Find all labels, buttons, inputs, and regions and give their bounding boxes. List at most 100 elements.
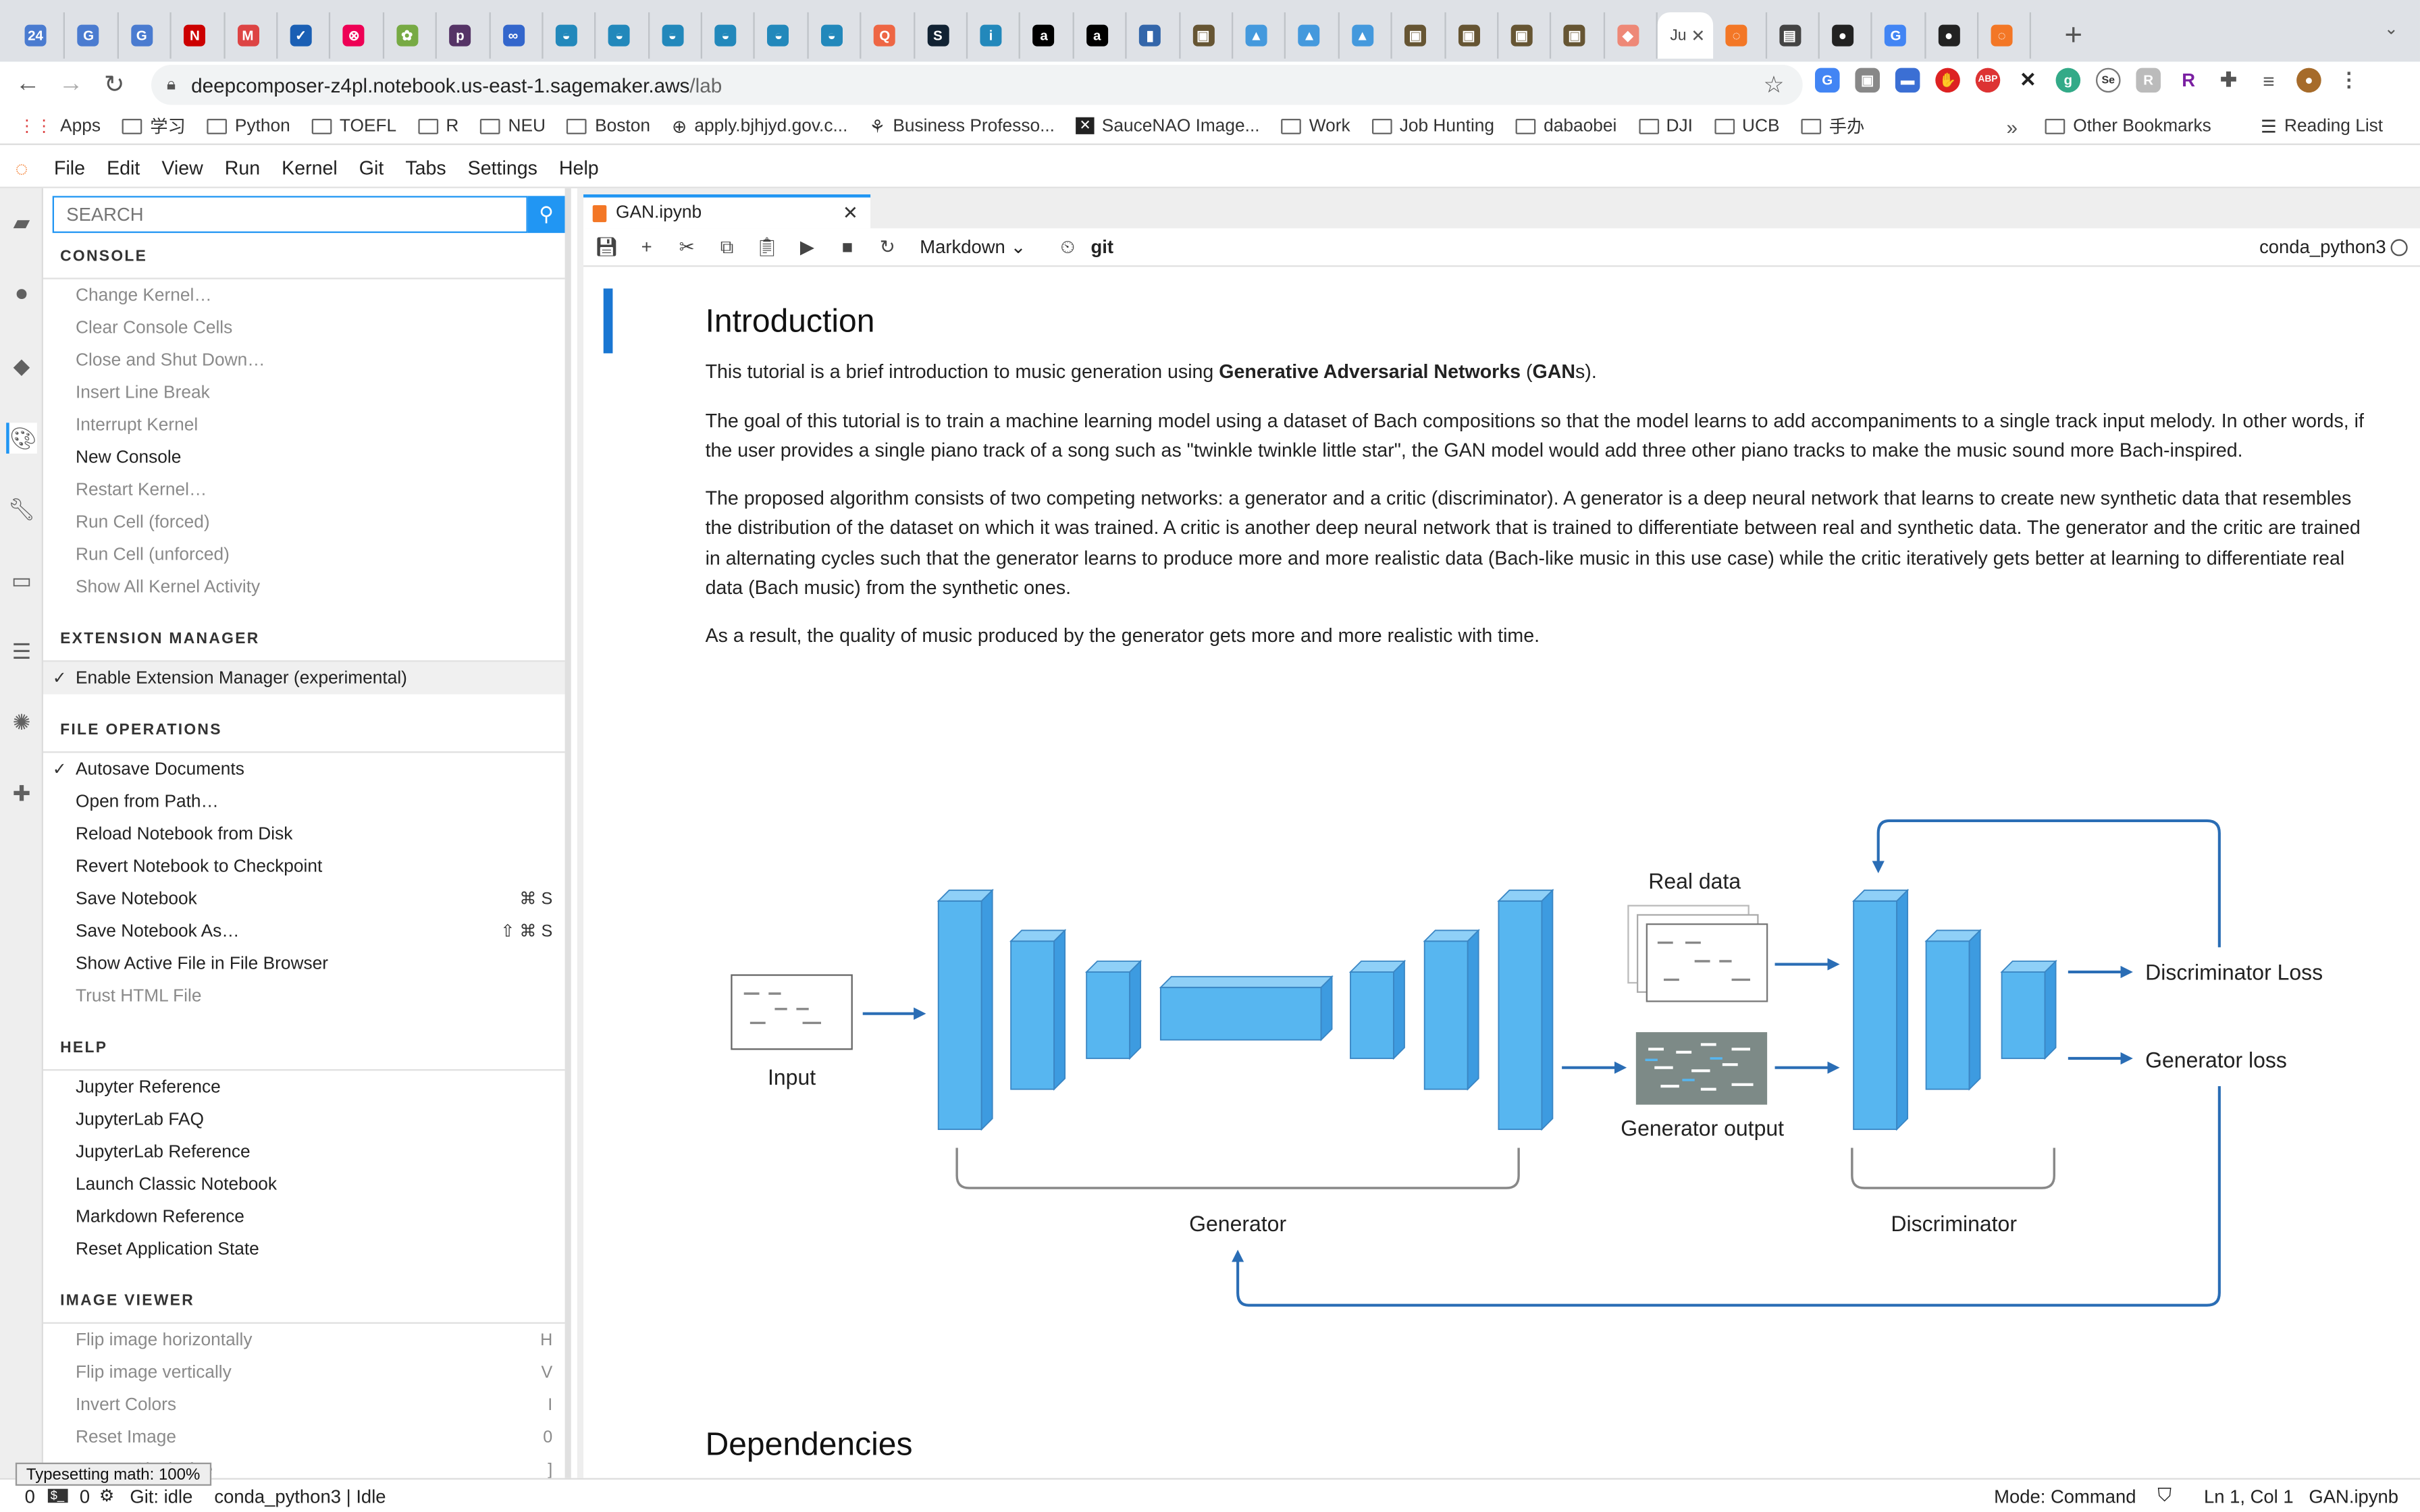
bookmark-item[interactable]: dabaobei [1516,117,1616,135]
extension-icon[interactable]: R [2136,68,2161,93]
browser-tab[interactable]: ✓ [278,12,331,59]
browser-tab[interactable]: ◒ [650,12,703,59]
palette-command[interactable]: Save Notebook ⌘ S [43,882,565,915]
palette-command[interactable]: Jupyter Reference [43,1071,565,1103]
palette-command[interactable]: Reset Application State [43,1233,565,1265]
paste-icon[interactable]: 📋︎ [747,236,787,258]
save-icon[interactable]: 💾︎ [587,236,627,258]
stop-icon[interactable]: ■ [827,236,867,258]
palette-command[interactable]: Clear Console Cells [43,312,565,344]
palette-command[interactable]: Close and Shut Down… [43,344,565,377]
extension-icon[interactable]: Se [2095,68,2121,93]
palette-command[interactable]: Insert Line Break [43,377,565,409]
browser-tab[interactable]: ◒ [702,12,756,59]
cell-type-select[interactable]: Markdown ⌄ [920,236,1026,258]
palette-command[interactable]: New Console [43,441,565,474]
restart-icon[interactable]: ↻ [868,236,908,258]
browser-tab[interactable]: i [968,12,1021,59]
browser-tab[interactable]: ● [1926,12,1979,59]
translate-extension-icon[interactable]: G [1814,68,1840,93]
bookmark-item[interactable]: TOEFL [311,117,396,135]
running-sessions-icon[interactable]: ⏺ [6,277,37,308]
browser-tab[interactable]: ◒ [756,12,809,59]
puzzle-icon[interactable]: ✚ [2216,68,2241,93]
browser-tab[interactable]: ◒ [543,12,596,59]
browser-tab[interactable]: ⊗ [331,12,384,59]
close-icon[interactable]: ✕ [843,202,858,223]
bookmark-item[interactable]: ⚘ Business Professo... [869,115,1055,137]
bookmark-item[interactable]: R [418,117,458,135]
browser-tab[interactable]: ◒ [808,12,862,59]
browser-tab[interactable]: G [65,12,119,59]
markdown-cell[interactable]: Introduction This tutorial is a brief in… [706,305,2373,671]
browser-tab[interactable]: ◌ [1978,12,2032,59]
bookmark-item[interactable]: 手办 [1801,113,1864,138]
palette-command[interactable]: ✓ Enable Extension Manager (experimental) [43,662,565,695]
menu-help[interactable]: Help [548,157,610,179]
bookmark-item[interactable]: NEU [480,117,546,135]
sagemaker-icon[interactable]: ✺ [6,707,37,738]
menu-file[interactable]: File [43,157,96,179]
new-tab-icon[interactable]: + [2050,12,2097,59]
browser-tab[interactable]: ▲ [1339,12,1393,59]
bookmark-item[interactable]: Python [207,117,290,135]
palette-command[interactable]: JupyterLab FAQ [43,1103,565,1135]
cursor-position[interactable]: Ln 1, Col 1 [2204,1485,2294,1507]
browser-tab[interactable]: ▣ [1552,12,1605,59]
menu-git[interactable]: Git [348,157,395,179]
palette-command[interactable]: ✓ Autosave Documents [43,753,565,785]
palette-search-input[interactable] [52,196,528,234]
browser-tab[interactable]: G [1872,12,1926,59]
browser-tab[interactable]: ▣ [1180,12,1234,59]
palette-command[interactable]: Reload Notebook from Disk [43,817,565,850]
add-cell-icon[interactable]: + [627,236,666,258]
tabs-icon[interactable]: ▭ [6,565,37,596]
browser-tab[interactable]: S [915,12,968,59]
browser-tab[interactable]: ✿ [384,12,438,59]
cut-icon[interactable]: ✂ [666,236,706,258]
palette-command[interactable]: Launch Classic Notebook [43,1168,565,1200]
wrench-icon[interactable]: 🔧︎ [6,493,37,524]
browser-tab[interactable]: ▲ [1233,12,1286,59]
adblock-icon[interactable]: ABP [1975,68,2001,93]
palette-command[interactable]: JupyterLab Reference [43,1135,565,1168]
kernel-status[interactable]: conda_python3 | Idle [214,1485,386,1507]
browser-tab[interactable]: Q [862,12,915,59]
kernel-name[interactable]: conda_python3 [2259,236,2386,258]
palette-command[interactable]: Invert Colors I [43,1388,565,1421]
bookmark-item[interactable]: ⊕ apply.bjhjyd.gov.c... [672,115,847,137]
copy-icon[interactable]: ⧉ [707,236,747,259]
browser-tab[interactable]: a [1074,12,1128,59]
tab-search-chevron-icon[interactable]: ⌄ [2384,18,2398,38]
browser-tab[interactable]: ∞ [490,12,544,59]
bookmark-item[interactable]: ⋮⋮ Apps [18,115,101,136]
bookmark-star-icon[interactable]: ☆ [1764,71,1785,99]
git-status[interactable]: Git: idle [130,1485,192,1507]
tab-gan-notebook[interactable]: GAN.ipynb ✕ [583,194,871,229]
palette-command[interactable]: Restart Kernel… [43,474,565,506]
other-bookmarks[interactable]: Other Bookmarks [2045,117,2211,136]
run-icon[interactable]: ▶ [787,236,827,258]
kernel-count[interactable]: 0 [80,1485,90,1507]
palette-icon[interactable]: 🎨︎ [6,423,37,454]
browser-tab[interactable]: G [118,12,172,59]
bookmark-item[interactable]: Job Hunting [1371,117,1494,135]
avatar[interactable]: ● [2296,68,2321,93]
browser-tab[interactable]: ● [1820,12,1873,59]
palette-command[interactable]: Flip image vertically V [43,1356,565,1388]
browser-tab[interactable]: N [172,12,225,59]
bookmark-item[interactable]: Work [1281,117,1350,135]
menu-run[interactable]: Run [214,157,271,179]
browser-tab[interactable]: ◆ [1604,12,1658,59]
git-icon[interactable]: ◆ [6,350,37,381]
back-icon[interactable]: ← [6,71,49,99]
shield-icon[interactable]: ⛉ [2157,1484,2172,1507]
menu-tabs[interactable]: Tabs [394,157,456,179]
bookmark-item[interactable]: 学习 [122,113,186,138]
more-icon[interactable]: ⋮ [2336,68,2362,93]
browser-tab[interactable]: a [1021,12,1074,59]
browser-tab[interactable]: ▲ [1286,12,1340,59]
browser-tab[interactable]: ◒ [596,12,650,59]
extension-icon[interactable]: ✋ [1935,68,1960,93]
address-bar[interactable]: 🔒︎ deepcomposer-z4pl.notebook.us-east-1.… [151,64,1803,105]
